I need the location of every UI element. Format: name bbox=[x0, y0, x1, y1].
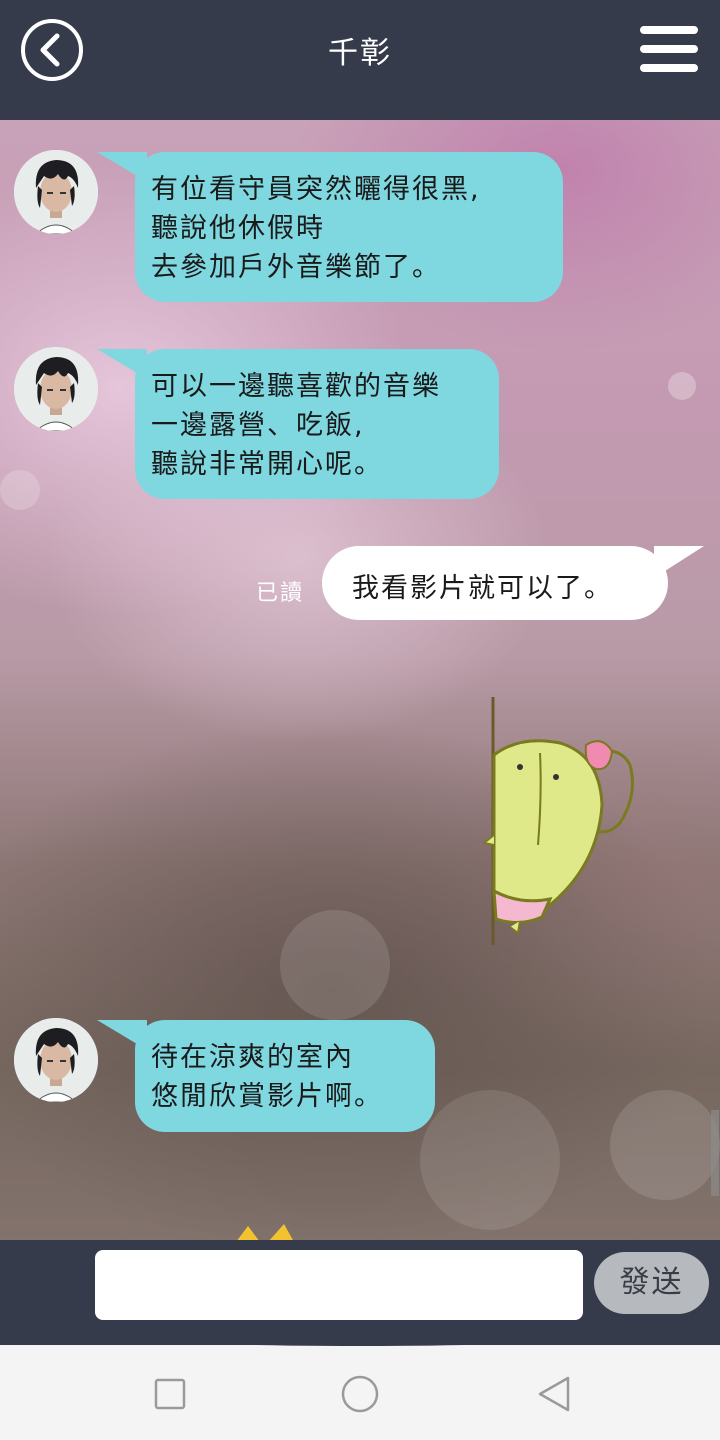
chat-title: 千彰 bbox=[328, 36, 392, 71]
avatar-icon bbox=[14, 150, 98, 234]
bokeh-light bbox=[420, 1090, 560, 1230]
home-button[interactable] bbox=[340, 1374, 380, 1414]
recent-apps-button[interactable] bbox=[150, 1374, 190, 1414]
message-line: 聽說他休假時 bbox=[151, 213, 325, 244]
message-line: 一邊露營、吃飯, bbox=[151, 410, 365, 441]
contact-avatar[interactable] bbox=[14, 347, 98, 431]
bokeh-light bbox=[0, 470, 40, 510]
hamburger-menu-icon[interactable] bbox=[640, 26, 698, 76]
message-line: 悠閒欣賞影片啊。 bbox=[151, 1081, 383, 1112]
bokeh-light bbox=[610, 1090, 720, 1200]
bokeh-light bbox=[668, 372, 696, 400]
system-back-button[interactable] bbox=[534, 1374, 574, 1414]
menu-line bbox=[640, 64, 698, 72]
square-recent-apps-icon bbox=[154, 1378, 186, 1410]
triangle-back-icon bbox=[538, 1376, 570, 1412]
menu-line bbox=[640, 26, 698, 34]
message-line: 可以一邊聽喜歡的音樂 bbox=[151, 371, 441, 402]
incoming-message-bubble: 待在涼爽的室內 悠閒欣賞影片啊。 bbox=[97, 1020, 435, 1132]
cactus-sticker-icon bbox=[481, 697, 634, 945]
bokeh-light bbox=[280, 910, 390, 1020]
bubble-tail bbox=[97, 1020, 147, 1050]
system-navigation-bar bbox=[0, 1346, 720, 1440]
incoming-message-bubble: 可以一邊聽喜歡的音樂 一邊露營、吃飯, 聽說非常開心呢。 bbox=[97, 349, 499, 499]
scrollbar-thumb[interactable] bbox=[711, 1110, 719, 1196]
avatar-icon bbox=[14, 1018, 98, 1102]
message-line: 聽說非常開心呢。 bbox=[151, 449, 383, 480]
incoming-message-bubble: 有位看守員突然曬得很黑, 聽說他休假時 去參加戶外音樂節了。 bbox=[97, 152, 563, 302]
read-receipt-label: 已讀 bbox=[256, 581, 305, 606]
message-text: 我看影片就可以了。 bbox=[352, 573, 613, 604]
message-line: 有位看守員突然曬得很黑, bbox=[151, 174, 481, 205]
circle-home-icon bbox=[341, 1375, 379, 1413]
outgoing-message-bubble: 我看影片就可以了。 bbox=[322, 546, 704, 620]
chat-header: 千彰 bbox=[0, 0, 720, 120]
contact-avatar[interactable] bbox=[14, 1018, 98, 1102]
contact-avatar[interactable] bbox=[14, 150, 98, 234]
message-input[interactable] bbox=[95, 1250, 583, 1320]
partial-sticker bbox=[234, 1222, 296, 1242]
message-line: 去參加戶外音樂節了。 bbox=[151, 252, 441, 283]
message-line: 待在涼爽的室內 bbox=[151, 1042, 354, 1073]
bubble-tail bbox=[97, 152, 147, 182]
bubble-tail bbox=[654, 546, 704, 578]
cactus-peeking-sticker[interactable] bbox=[480, 695, 650, 947]
menu-line bbox=[640, 45, 698, 53]
send-button[interactable]: 發送 bbox=[594, 1252, 709, 1314]
bubble-tail bbox=[97, 349, 147, 379]
sticker-ears-icon bbox=[236, 1224, 294, 1242]
avatar-icon bbox=[14, 347, 98, 431]
